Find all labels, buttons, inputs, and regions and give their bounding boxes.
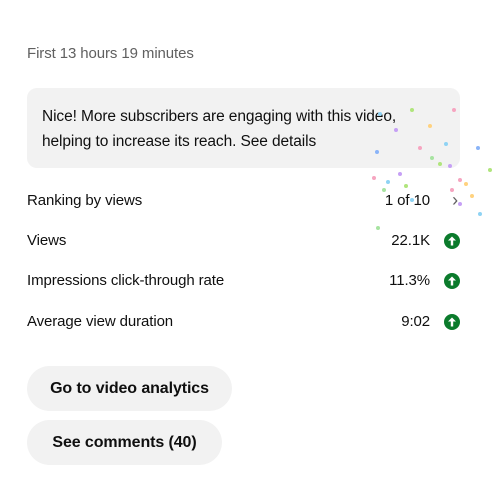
see-comments-button[interactable]: See comments (40) bbox=[27, 420, 222, 465]
metric-row-views: Views 22.1K bbox=[27, 228, 462, 254]
trend-up-icon bbox=[444, 233, 460, 249]
metric-value: 1 of 10 bbox=[384, 192, 430, 209]
period-label: First 13 hours 19 minutes bbox=[27, 45, 194, 62]
metric-label: Impressions click-through rate bbox=[27, 272, 225, 289]
chevron-right-icon[interactable]: › bbox=[452, 190, 458, 211]
metric-row-avg-duration: Average view duration 9:02 bbox=[27, 309, 462, 335]
metric-label: Average view duration bbox=[27, 313, 174, 330]
metric-value: 22.1K bbox=[391, 232, 430, 249]
metric-label: Ranking by views bbox=[27, 192, 143, 209]
metric-value: 9:02 bbox=[401, 313, 430, 330]
trend-up-icon bbox=[444, 273, 460, 289]
banner-line-1: Nice! More subscribers are engaging with… bbox=[42, 108, 397, 125]
metric-value: 11.3% bbox=[389, 272, 430, 289]
trend-up-icon bbox=[444, 314, 460, 330]
go-to-video-analytics-button[interactable]: Go to video analytics bbox=[27, 366, 232, 411]
metric-row-ranking[interactable]: Ranking by views 1 of 10 › bbox=[27, 188, 462, 214]
banner-line-2: helping to increase its reach. See detai… bbox=[42, 129, 444, 154]
see-details-link[interactable]: See details bbox=[241, 133, 317, 150]
metric-row-ctr: Impressions click-through rate 11.3% bbox=[27, 268, 462, 294]
banner-line-2-text: helping to increase its reach. bbox=[42, 133, 237, 150]
engagement-banner: Nice! More subscribers are engaging with… bbox=[27, 88, 460, 168]
metric-label: Views bbox=[27, 232, 67, 249]
